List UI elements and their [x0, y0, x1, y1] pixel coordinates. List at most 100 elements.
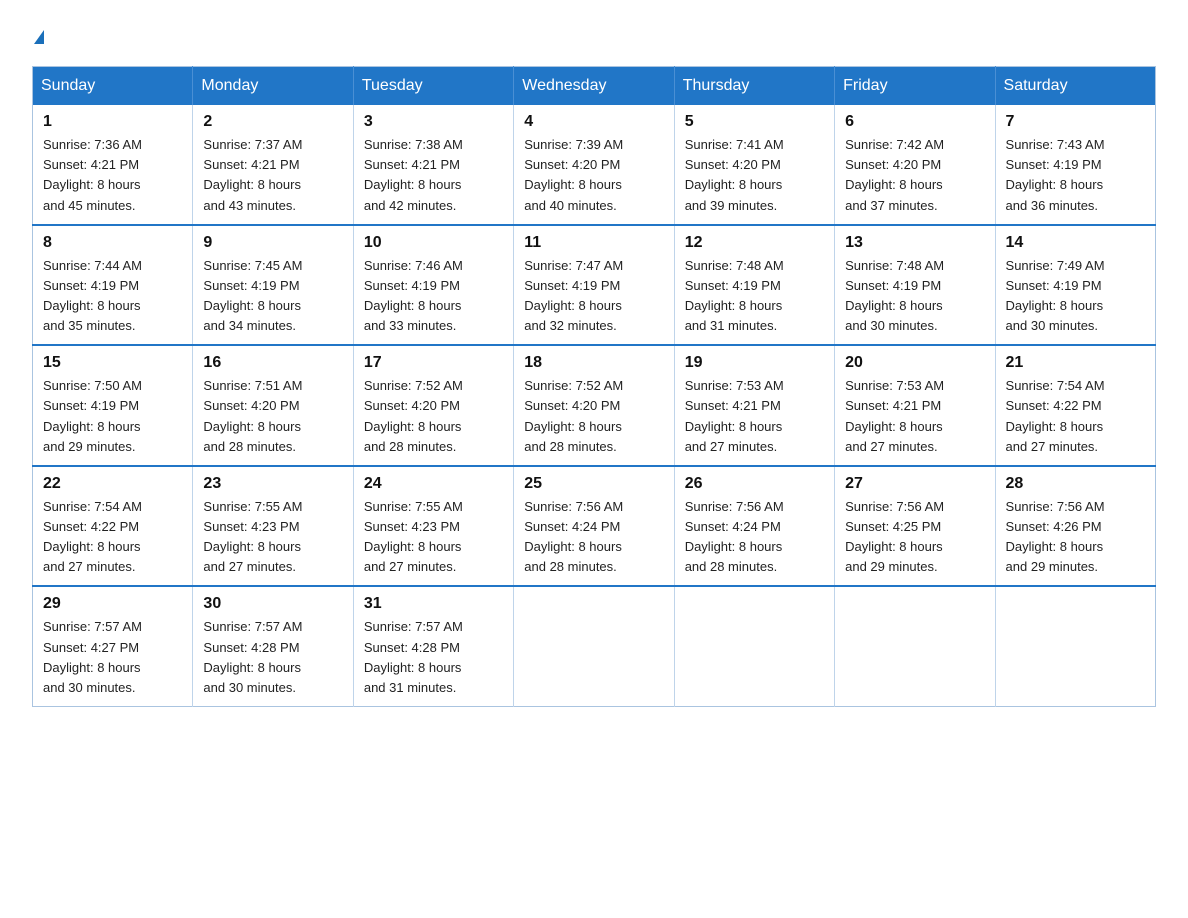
calendar-cell: 21 Sunrise: 7:54 AMSunset: 4:22 PMDaylig… — [995, 345, 1155, 466]
calendar-cell: 16 Sunrise: 7:51 AMSunset: 4:20 PMDaylig… — [193, 345, 353, 466]
day-number: 1 — [43, 113, 182, 131]
calendar-cell: 27 Sunrise: 7:56 AMSunset: 4:25 PMDaylig… — [835, 466, 995, 587]
day-info: Sunrise: 7:48 AMSunset: 4:19 PMDaylight:… — [685, 258, 784, 333]
day-number: 12 — [685, 234, 824, 252]
day-info: Sunrise: 7:43 AMSunset: 4:19 PMDaylight:… — [1006, 137, 1105, 212]
weekday-header-friday: Friday — [835, 67, 995, 106]
day-info: Sunrise: 7:44 AMSunset: 4:19 PMDaylight:… — [43, 258, 142, 333]
calendar-week-row: 29 Sunrise: 7:57 AMSunset: 4:27 PMDaylig… — [33, 586, 1156, 706]
day-number: 4 — [524, 113, 663, 131]
weekday-header-wednesday: Wednesday — [514, 67, 674, 106]
calendar-cell: 18 Sunrise: 7:52 AMSunset: 4:20 PMDaylig… — [514, 345, 674, 466]
day-info: Sunrise: 7:55 AMSunset: 4:23 PMDaylight:… — [203, 499, 302, 574]
day-number: 27 — [845, 475, 984, 493]
day-number: 17 — [364, 354, 503, 372]
day-info: Sunrise: 7:53 AMSunset: 4:21 PMDaylight:… — [845, 378, 944, 453]
calendar-cell: 17 Sunrise: 7:52 AMSunset: 4:20 PMDaylig… — [353, 345, 513, 466]
calendar-cell: 4 Sunrise: 7:39 AMSunset: 4:20 PMDayligh… — [514, 105, 674, 225]
day-info: Sunrise: 7:54 AMSunset: 4:22 PMDaylight:… — [1006, 378, 1105, 453]
logo — [32, 24, 44, 48]
calendar-cell: 3 Sunrise: 7:38 AMSunset: 4:21 PMDayligh… — [353, 105, 513, 225]
calendar-cell: 29 Sunrise: 7:57 AMSunset: 4:27 PMDaylig… — [33, 586, 193, 706]
day-number: 25 — [524, 475, 663, 493]
calendar-cell — [514, 586, 674, 706]
day-info: Sunrise: 7:54 AMSunset: 4:22 PMDaylight:… — [43, 499, 142, 574]
day-number: 30 — [203, 595, 342, 613]
calendar-cell: 12 Sunrise: 7:48 AMSunset: 4:19 PMDaylig… — [674, 225, 834, 346]
day-number: 23 — [203, 475, 342, 493]
calendar-cell: 1 Sunrise: 7:36 AMSunset: 4:21 PMDayligh… — [33, 105, 193, 225]
page-header — [32, 24, 1156, 48]
calendar-cell: 2 Sunrise: 7:37 AMSunset: 4:21 PMDayligh… — [193, 105, 353, 225]
day-number: 22 — [43, 475, 182, 493]
calendar-week-row: 15 Sunrise: 7:50 AMSunset: 4:19 PMDaylig… — [33, 345, 1156, 466]
day-info: Sunrise: 7:48 AMSunset: 4:19 PMDaylight:… — [845, 258, 944, 333]
calendar-cell: 8 Sunrise: 7:44 AMSunset: 4:19 PMDayligh… — [33, 225, 193, 346]
calendar-cell: 30 Sunrise: 7:57 AMSunset: 4:28 PMDaylig… — [193, 586, 353, 706]
day-info: Sunrise: 7:45 AMSunset: 4:19 PMDaylight:… — [203, 258, 302, 333]
calendar-cell: 14 Sunrise: 7:49 AMSunset: 4:19 PMDaylig… — [995, 225, 1155, 346]
day-info: Sunrise: 7:46 AMSunset: 4:19 PMDaylight:… — [364, 258, 463, 333]
day-info: Sunrise: 7:36 AMSunset: 4:21 PMDaylight:… — [43, 137, 142, 212]
logo-top-line — [32, 24, 44, 48]
day-info: Sunrise: 7:47 AMSunset: 4:19 PMDaylight:… — [524, 258, 623, 333]
weekday-header-saturday: Saturday — [995, 67, 1155, 106]
calendar-cell — [674, 586, 834, 706]
day-info: Sunrise: 7:51 AMSunset: 4:20 PMDaylight:… — [203, 378, 302, 453]
day-number: 18 — [524, 354, 663, 372]
day-info: Sunrise: 7:52 AMSunset: 4:20 PMDaylight:… — [524, 378, 623, 453]
calendar-cell: 6 Sunrise: 7:42 AMSunset: 4:20 PMDayligh… — [835, 105, 995, 225]
calendar-week-row: 1 Sunrise: 7:36 AMSunset: 4:21 PMDayligh… — [33, 105, 1156, 225]
day-info: Sunrise: 7:56 AMSunset: 4:24 PMDaylight:… — [524, 499, 623, 574]
calendar-cell: 10 Sunrise: 7:46 AMSunset: 4:19 PMDaylig… — [353, 225, 513, 346]
day-info: Sunrise: 7:39 AMSunset: 4:20 PMDaylight:… — [524, 137, 623, 212]
day-info: Sunrise: 7:57 AMSunset: 4:27 PMDaylight:… — [43, 619, 142, 694]
weekday-header-monday: Monday — [193, 67, 353, 106]
calendar-cell — [995, 586, 1155, 706]
calendar-cell: 28 Sunrise: 7:56 AMSunset: 4:26 PMDaylig… — [995, 466, 1155, 587]
day-info: Sunrise: 7:52 AMSunset: 4:20 PMDaylight:… — [364, 378, 463, 453]
calendar-cell: 24 Sunrise: 7:55 AMSunset: 4:23 PMDaylig… — [353, 466, 513, 587]
day-number: 11 — [524, 234, 663, 252]
calendar-cell: 19 Sunrise: 7:53 AMSunset: 4:21 PMDaylig… — [674, 345, 834, 466]
calendar-week-row: 22 Sunrise: 7:54 AMSunset: 4:22 PMDaylig… — [33, 466, 1156, 587]
day-info: Sunrise: 7:50 AMSunset: 4:19 PMDaylight:… — [43, 378, 142, 453]
calendar-cell: 20 Sunrise: 7:53 AMSunset: 4:21 PMDaylig… — [835, 345, 995, 466]
calendar-cell: 22 Sunrise: 7:54 AMSunset: 4:22 PMDaylig… — [33, 466, 193, 587]
calendar-cell: 5 Sunrise: 7:41 AMSunset: 4:20 PMDayligh… — [674, 105, 834, 225]
day-number: 7 — [1006, 113, 1145, 131]
day-number: 9 — [203, 234, 342, 252]
day-info: Sunrise: 7:49 AMSunset: 4:19 PMDaylight:… — [1006, 258, 1105, 333]
day-info: Sunrise: 7:53 AMSunset: 4:21 PMDaylight:… — [685, 378, 784, 453]
calendar-cell: 13 Sunrise: 7:48 AMSunset: 4:19 PMDaylig… — [835, 225, 995, 346]
day-number: 8 — [43, 234, 182, 252]
day-number: 10 — [364, 234, 503, 252]
day-info: Sunrise: 7:42 AMSunset: 4:20 PMDaylight:… — [845, 137, 944, 212]
calendar-cell: 15 Sunrise: 7:50 AMSunset: 4:19 PMDaylig… — [33, 345, 193, 466]
day-number: 3 — [364, 113, 503, 131]
calendar-cell — [835, 586, 995, 706]
day-number: 20 — [845, 354, 984, 372]
day-info: Sunrise: 7:38 AMSunset: 4:21 PMDaylight:… — [364, 137, 463, 212]
calendar-cell: 26 Sunrise: 7:56 AMSunset: 4:24 PMDaylig… — [674, 466, 834, 587]
day-number: 21 — [1006, 354, 1145, 372]
day-info: Sunrise: 7:41 AMSunset: 4:20 PMDaylight:… — [685, 137, 784, 212]
day-number: 24 — [364, 475, 503, 493]
day-number: 6 — [845, 113, 984, 131]
weekday-header-thursday: Thursday — [674, 67, 834, 106]
day-number: 15 — [43, 354, 182, 372]
day-info: Sunrise: 7:55 AMSunset: 4:23 PMDaylight:… — [364, 499, 463, 574]
day-info: Sunrise: 7:56 AMSunset: 4:26 PMDaylight:… — [1006, 499, 1105, 574]
calendar-cell: 11 Sunrise: 7:47 AMSunset: 4:19 PMDaylig… — [514, 225, 674, 346]
weekday-header-tuesday: Tuesday — [353, 67, 513, 106]
day-number: 19 — [685, 354, 824, 372]
calendar-week-row: 8 Sunrise: 7:44 AMSunset: 4:19 PMDayligh… — [33, 225, 1156, 346]
calendar-cell: 25 Sunrise: 7:56 AMSunset: 4:24 PMDaylig… — [514, 466, 674, 587]
calendar-cell: 9 Sunrise: 7:45 AMSunset: 4:19 PMDayligh… — [193, 225, 353, 346]
calendar-cell: 7 Sunrise: 7:43 AMSunset: 4:19 PMDayligh… — [995, 105, 1155, 225]
calendar-cell: 31 Sunrise: 7:57 AMSunset: 4:28 PMDaylig… — [353, 586, 513, 706]
day-number: 28 — [1006, 475, 1145, 493]
day-info: Sunrise: 7:57 AMSunset: 4:28 PMDaylight:… — [203, 619, 302, 694]
day-number: 31 — [364, 595, 503, 613]
day-number: 13 — [845, 234, 984, 252]
